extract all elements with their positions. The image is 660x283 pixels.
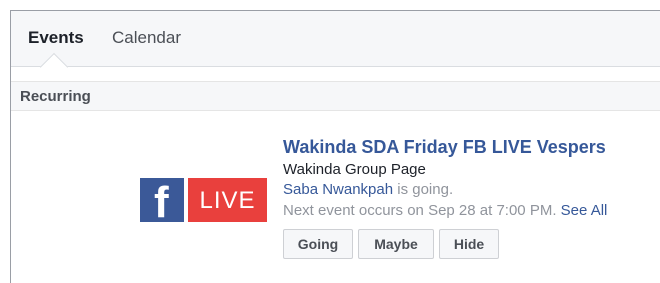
event-image[interactable]: f LIVE bbox=[140, 178, 267, 227]
event-host-page: Wakinda Group Page bbox=[283, 161, 426, 178]
attendee-name-link[interactable]: Saba Nwankpah bbox=[283, 181, 393, 198]
hide-button[interactable]: Hide bbox=[439, 229, 499, 259]
see-all-link[interactable]: See All bbox=[561, 202, 608, 219]
events-panel: Events Calendar Recurring f LIVE Wakinda… bbox=[10, 10, 660, 283]
tab-calendar[interactable]: Calendar bbox=[112, 28, 181, 48]
event-next-occurrence: Next event occurs on Sep 28 at 7:00 PM. … bbox=[283, 202, 607, 220]
attendance-status: is going. bbox=[393, 181, 454, 198]
tab-bar: Events Calendar bbox=[11, 11, 660, 82]
next-occurrence-text: Next event occurs on Sep 28 at 7:00 PM. bbox=[283, 202, 557, 219]
live-badge: LIVE bbox=[188, 178, 267, 222]
going-button[interactable]: Going bbox=[283, 229, 353, 259]
facebook-logo-letter: f bbox=[154, 178, 169, 227]
maybe-button[interactable]: Maybe bbox=[358, 229, 434, 259]
tab-events[interactable]: Events bbox=[28, 28, 84, 48]
section-title: Recurring bbox=[20, 88, 91, 105]
event-attendance: Saba Nwankpah is going. bbox=[283, 181, 453, 199]
live-badge-label: LIVE bbox=[199, 187, 256, 214]
active-tab-indicator bbox=[39, 52, 69, 82]
event-title-link[interactable]: Wakinda SDA Friday FB LIVE Vespers bbox=[283, 136, 606, 158]
section-header: Recurring bbox=[11, 81, 660, 111]
facebook-logo-icon: f bbox=[140, 178, 184, 227]
